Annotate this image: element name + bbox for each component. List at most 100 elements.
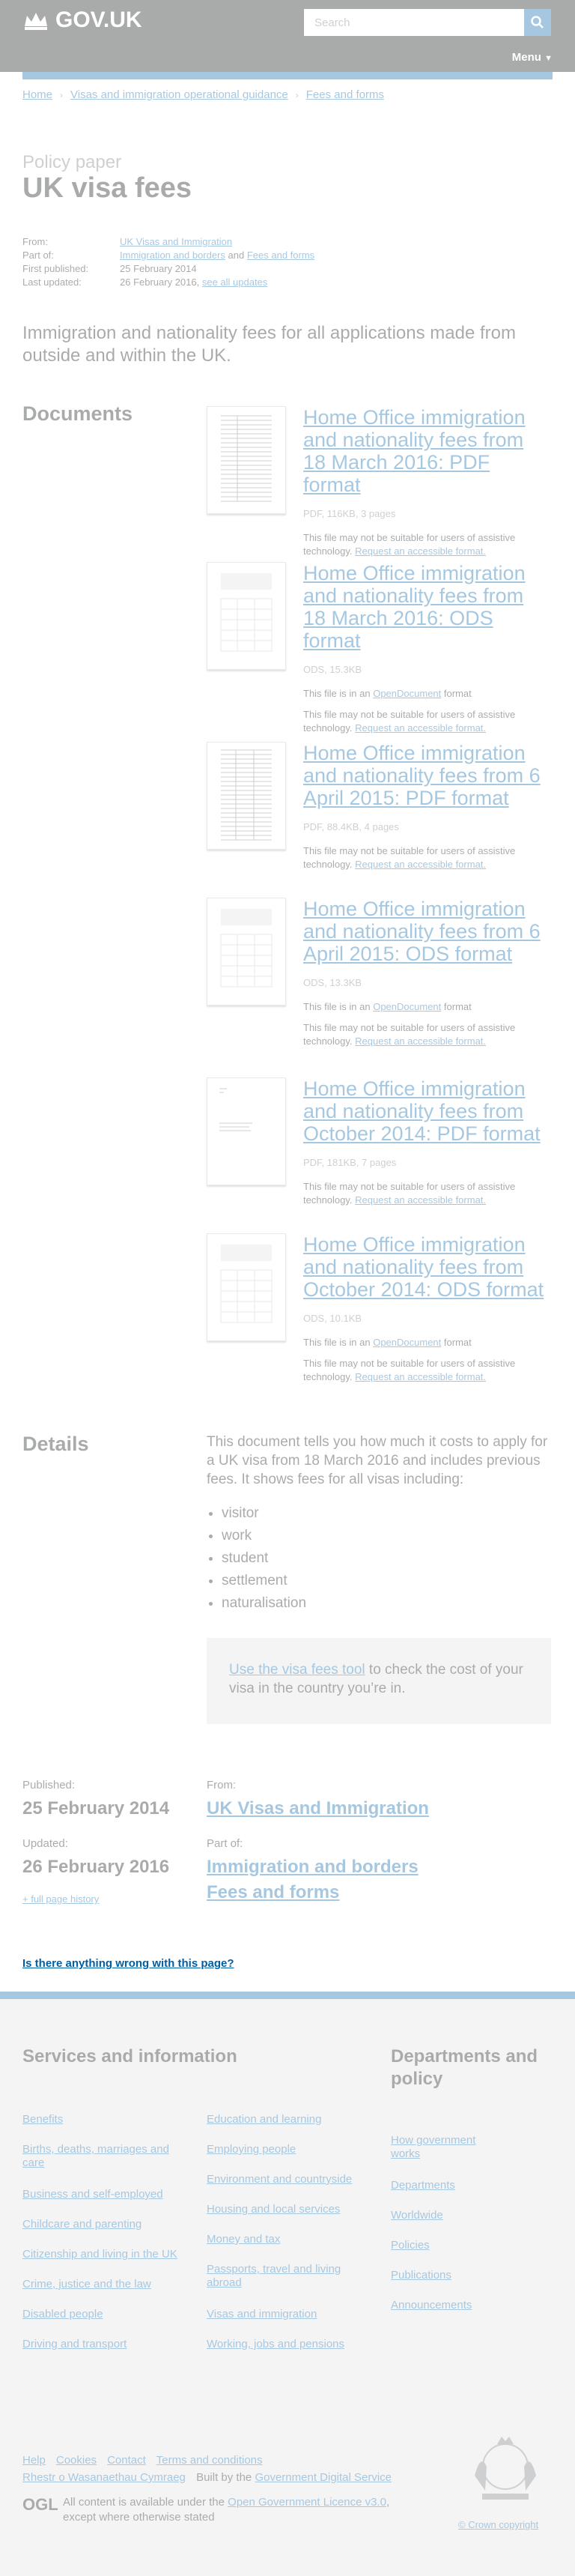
ogl-logo: OGL	[22, 2495, 58, 2514]
departments-heading: Departments and policy	[391, 2046, 538, 2089]
meta-updated-label: Last updated:	[22, 276, 82, 288]
crown-copyright-link[interactable]: © Crown copyright	[458, 2519, 538, 2530]
partof-link-immigration[interactable]: Immigration and borders	[207, 1857, 419, 1878]
meta-from-label: From:	[22, 236, 48, 247]
attachment-title-link[interactable]: Home Office immigration and nationality …	[303, 1233, 551, 1301]
attachment-meta: PDF, 116KB, 3 pages	[303, 508, 396, 519]
request-accessible-format-link[interactable]: Request an accessible format.	[355, 545, 486, 557]
request-accessible-format-link[interactable]: Request an accessible format.	[355, 722, 486, 734]
breadcrumb-home[interactable]: Home	[22, 88, 52, 101]
footer-link[interactable]: Publications	[391, 2269, 451, 2282]
attachment-title-link[interactable]: Home Office immigration and nationality …	[303, 898, 551, 965]
documents-heading: Documents	[22, 402, 133, 425]
opendocument-link[interactable]: OpenDocument	[373, 688, 441, 699]
full-page-history-link[interactable]: + full page history	[22, 1893, 99, 1905]
details-heading: Details	[22, 1433, 89, 1455]
attachment-meta: PDF, 88.4KB, 4 pages	[303, 821, 399, 832]
meta-partof-link-1[interactable]: Immigration and borders	[120, 250, 225, 261]
attachment-title-link[interactable]: Home Office immigration and nationality …	[303, 1077, 551, 1145]
footer-link[interactable]: Childcare and parenting	[22, 2218, 142, 2231]
pdf-thumbnail[interactable]	[207, 406, 286, 514]
pdf-thumbnail[interactable]	[207, 1077, 286, 1185]
attachment-meta: ODS, 10.1KB	[303, 1313, 362, 1324]
list-item: settlement	[222, 1570, 306, 1592]
breadcrumb-fees-forms[interactable]: Fees and forms	[306, 88, 384, 101]
report-problem-link[interactable]: Is there anything wrong with this page?	[22, 1957, 234, 1970]
footer-welsh-row: Rhestr o Wasanaethau Cymraeg Built by th…	[22, 2471, 392, 2484]
site-header: GOV.UK Menu ▼	[0, 0, 575, 72]
footer-link[interactable]: Crime, justice and the law	[22, 2278, 151, 2291]
ogl-licence-link[interactable]: Open Government Licence v3.0	[228, 2496, 386, 2509]
gds-link[interactable]: Government Digital Service	[255, 2471, 392, 2484]
govuk-logo-link[interactable]: GOV.UK	[22, 7, 142, 33]
footer-link[interactable]: Employing people	[207, 2143, 296, 2156]
footer-link[interactable]: Working, jobs and pensions	[207, 2338, 344, 2351]
ods-thumbnail[interactable]	[207, 562, 286, 670]
header-accent-bar	[22, 72, 553, 79]
list-item: work	[222, 1525, 306, 1547]
help-link[interactable]: Help	[22, 2454, 46, 2467]
footer-link[interactable]: How government works	[391, 2134, 503, 2161]
footer-link[interactable]: Departments	[391, 2179, 455, 2192]
request-accessible-format-link[interactable]: Request an accessible format.	[355, 859, 486, 870]
footer-link[interactable]: Visas and immigration	[207, 2308, 317, 2321]
attachment-title-link[interactable]: Home Office immigration and nationality …	[303, 742, 551, 809]
pdf-thumbnail[interactable]	[207, 742, 286, 850]
document-thumbnail-icon	[219, 1088, 252, 1131]
footer-link[interactable]: Citizenship and living in the UK	[22, 2248, 177, 2261]
updated-label: Updated:	[22, 1837, 68, 1850]
opendocument-link[interactable]: OpenDocument	[373, 1001, 441, 1012]
visa-types-list: visitor work student settlement naturali…	[207, 1502, 306, 1615]
partof-link-fees-forms[interactable]: Fees and forms	[207, 1882, 339, 1903]
opendocument-suffix: format	[443, 1337, 472, 1348]
breadcrumb-visas-guidance[interactable]: Visas and immigration operational guidan…	[70, 88, 288, 101]
visa-fees-tool-link[interactable]: Use the visa fees tool	[229, 1662, 365, 1678]
metadata: From: UK Visas and Immigration Part of: …	[22, 235, 314, 289]
welsh-services-link[interactable]: Rhestr o Wasanaethau Cymraeg	[22, 2471, 186, 2484]
built-by-prefix: Built by the	[196, 2471, 252, 2484]
chevron-down-icon: ▼	[544, 54, 553, 63]
opendocument-prefix: This file is in an	[303, 1337, 371, 1348]
request-accessible-format-link[interactable]: Request an accessible format.	[355, 1371, 486, 1382]
footer-link[interactable]: Worldwide	[391, 2209, 443, 2222]
cookies-link[interactable]: Cookies	[56, 2454, 97, 2467]
attachment-title-link[interactable]: Home Office immigration and nationality …	[303, 562, 551, 652]
footer-link[interactable]: Policies	[391, 2239, 430, 2252]
footer-link[interactable]: Benefits	[22, 2113, 63, 2126]
terms-link[interactable]: Terms and conditions	[156, 2454, 263, 2467]
search-button[interactable]	[524, 9, 551, 36]
list-item: visitor	[222, 1502, 306, 1525]
footer-link[interactable]: Housing and local services	[207, 2203, 340, 2216]
menu-button[interactable]: Menu ▼	[512, 51, 553, 64]
footer-link[interactable]: Driving and transport	[22, 2338, 127, 2351]
from-organisation-link[interactable]: UK Visas and Immigration	[207, 1798, 429, 1819]
contact-link[interactable]: Contact	[107, 2454, 146, 2467]
footer-link[interactable]: Announcements	[391, 2299, 472, 2312]
footer-link[interactable]: Money and tax	[207, 2233, 280, 2246]
meta-partof-link-2[interactable]: Fees and forms	[247, 250, 314, 261]
logo-text: GOV.UK	[55, 7, 142, 32]
ods-thumbnail[interactable]	[207, 1233, 286, 1341]
attachment-meta: ODS, 15.3KB	[303, 664, 362, 675]
footer-link[interactable]: Education and learning	[207, 2113, 321, 2126]
attachment-title-link[interactable]: Home Office immigration and nationality …	[303, 406, 551, 496]
list-item: student	[222, 1547, 306, 1570]
services-heading: Services and information	[22, 2046, 237, 2066]
footer-link[interactable]: Environment and countryside	[207, 2173, 352, 2186]
list-item: naturalisation	[222, 1592, 306, 1615]
attachment-meta: PDF, 181KB, 7 pages	[303, 1157, 397, 1168]
opendocument-link[interactable]: OpenDocument	[373, 1337, 441, 1348]
opendocument-suffix: format	[443, 688, 472, 699]
see-all-updates-link[interactable]: see all updates	[202, 276, 267, 288]
request-accessible-format-link[interactable]: Request an accessible format.	[355, 1035, 486, 1047]
footer-link[interactable]: Passports, travel and living abroad	[207, 2263, 371, 2290]
meta-from-link[interactable]: UK Visas and Immigration	[120, 235, 232, 249]
inset-text: Use the visa fees tool to check the cost…	[207, 1638, 551, 1724]
footer-link[interactable]: Business and self-employed	[22, 2188, 163, 2201]
ods-thumbnail[interactable]	[207, 898, 286, 1006]
request-accessible-format-link[interactable]: Request an accessible format.	[355, 1194, 486, 1206]
meta-updated-value: 26 February 2016,	[120, 276, 200, 288]
footer-link[interactable]: Births, deaths, marriages and care	[22, 2143, 187, 2170]
footer-link[interactable]: Disabled people	[22, 2308, 103, 2321]
search-input[interactable]	[304, 9, 524, 36]
